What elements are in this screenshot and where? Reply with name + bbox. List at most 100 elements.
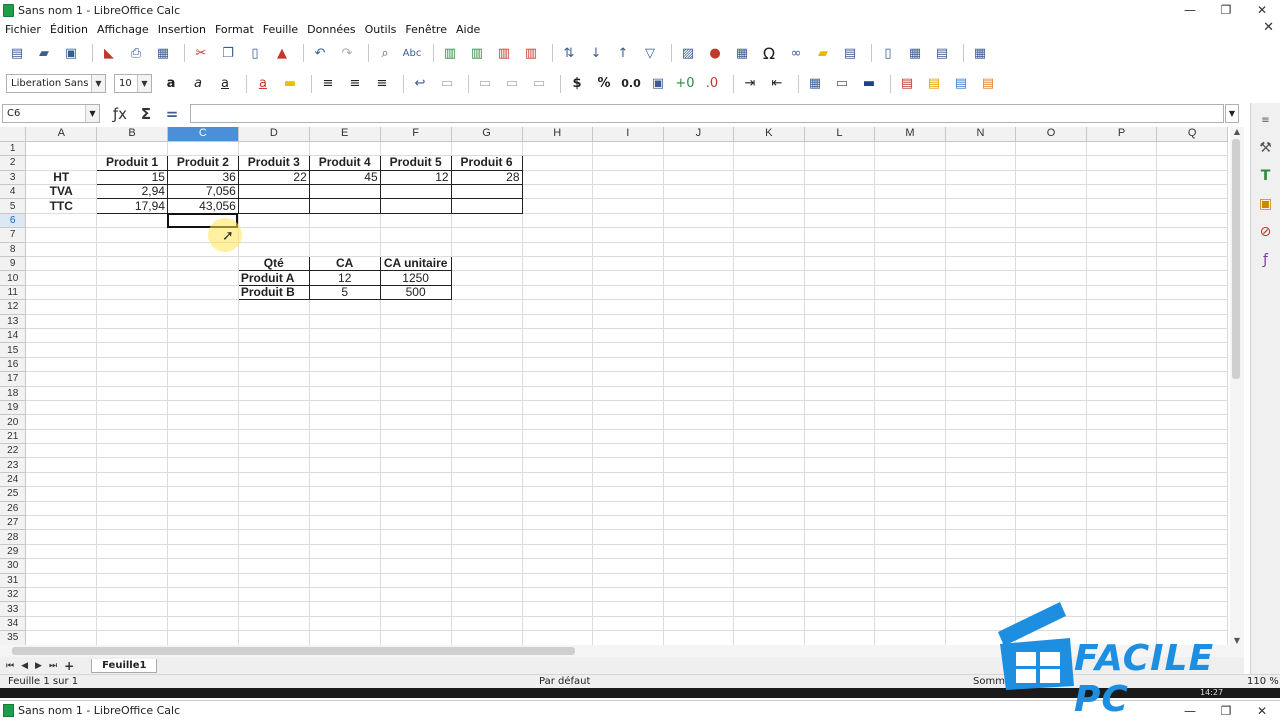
cell-q1[interactable] [1156,141,1228,157]
clone-format-icon[interactable]: ▲ [271,43,293,63]
cell-c35[interactable] [167,630,239,645]
cell-k3[interactable] [733,170,805,186]
cell-p27[interactable] [1086,515,1158,531]
cell-q12[interactable] [1156,299,1228,315]
cell-p7[interactable] [1086,227,1158,243]
cell-c12[interactable] [167,299,239,315]
cell-c24[interactable] [167,472,239,488]
cell-j1[interactable] [663,141,735,157]
row-header[interactable]: 35 [0,630,27,645]
cell-k8[interactable] [733,242,805,258]
cell-f23[interactable] [380,457,452,473]
cell-k18[interactable] [733,386,805,401]
cell-n20[interactable] [945,414,1017,430]
cell-k32[interactable] [733,587,805,603]
cell-q29[interactable] [1156,544,1228,560]
align-bottom-icon[interactable]: ▭ [528,74,550,94]
cell-f24[interactable] [380,472,452,488]
cell-b7[interactable] [96,227,168,243]
cell-d3[interactable]: 22 [237,169,310,186]
row-header[interactable]: 16 [0,357,27,373]
cell-a19[interactable] [25,400,98,416]
cell-e18[interactable] [309,386,381,401]
cell-b18[interactable] [96,386,168,401]
cell-q23[interactable] [1156,457,1228,473]
cell-o25[interactable] [1015,486,1087,502]
row-header[interactable]: 17 [0,371,27,387]
cell-o10[interactable] [1015,270,1087,286]
cell-i16[interactable] [592,357,664,373]
cell-b16[interactable] [96,357,168,373]
cell-h16[interactable] [522,357,594,373]
cell-c31[interactable] [167,573,239,589]
cell-j18[interactable] [663,386,735,401]
print-preview-icon[interactable]: ▦ [152,43,174,63]
cell-l18[interactable] [804,386,876,401]
merge-cells-icon[interactable]: ▭ [436,74,458,94]
cell-c19[interactable] [167,400,239,416]
cell-a26[interactable] [25,501,98,517]
cell-l1[interactable] [804,141,876,157]
cell-d29[interactable] [238,544,310,560]
border-style-icon[interactable]: ▭ [831,74,853,94]
cell-j23[interactable] [663,457,735,473]
close-button[interactable]: ✕ [1244,0,1280,20]
cell-m10[interactable] [874,270,946,286]
cell-d14[interactable] [238,328,310,344]
cell-i9[interactable] [592,256,664,272]
insert-column-icon[interactable]: ▥ [466,43,488,63]
column-header-o[interactable]: O [1015,127,1087,142]
row-header[interactable]: 10 [0,270,27,286]
cell-g29[interactable] [451,544,523,560]
cell-p16[interactable] [1086,357,1158,373]
cell-c28[interactable] [167,529,239,545]
cell-b1[interactable] [96,141,168,157]
cell-o7[interactable] [1015,227,1087,243]
vertical-scrollbar[interactable]: ▲ ▼ [1230,127,1244,645]
sidebar-menu-icon[interactable]: ≡ [1255,109,1277,131]
cell-a11[interactable] [25,285,98,301]
cell-e12[interactable] [309,299,381,315]
first-sheet-icon[interactable]: ⏮ [6,661,14,671]
cell-o11[interactable] [1015,285,1087,301]
cell-j17[interactable] [663,371,735,387]
cell-l3[interactable] [804,170,876,186]
cell-o1[interactable] [1015,141,1087,157]
cell-q14[interactable] [1156,328,1228,344]
expand-formula-icon[interactable]: ▼ [1225,104,1239,123]
cell-q26[interactable] [1156,501,1228,517]
cell-p6[interactable] [1086,213,1158,229]
underline-icon[interactable]: a [214,74,236,94]
cell-f19[interactable] [380,400,452,416]
percent-format-icon[interactable]: % [593,74,615,94]
spreadsheet-grid[interactable]: ABCDEFGHIJKLMNOPQ 1 2 Produit 1 Produit 2 Pr… [0,127,1228,645]
cell-h24[interactable] [522,472,594,488]
cell-g18[interactable] [451,386,523,401]
cell-n3[interactable] [945,170,1017,186]
cell-g6[interactable] [451,213,523,229]
cell-f25[interactable] [380,486,452,502]
cell-b22[interactable] [96,443,168,459]
row-header[interactable]: 28 [0,529,27,545]
cell-a10[interactable] [25,270,98,286]
cell-m13[interactable] [874,314,946,329]
cell-i23[interactable] [592,457,664,473]
cell-g15[interactable] [451,342,523,358]
cell-i35[interactable] [592,630,664,645]
cell-e26[interactable] [309,501,381,517]
cell-m16[interactable] [874,357,946,373]
cell-j5[interactable] [663,198,735,214]
sheet-tab-feuille1[interactable]: Feuille1 [91,658,158,673]
minimize-button[interactable]: — [1172,0,1208,20]
row-header[interactable]: 32 [0,587,27,603]
cell-p24[interactable] [1086,472,1158,488]
cell-n24[interactable] [945,472,1017,488]
row-header[interactable]: 7 [0,227,27,243]
cell-a4[interactable]: TVA [25,184,98,200]
cell-n8[interactable] [945,242,1017,258]
row-header[interactable]: 5 [0,198,27,214]
cell-b19[interactable] [96,400,168,416]
cell-o14[interactable] [1015,328,1087,344]
cell-e27[interactable] [309,515,381,531]
cell-e34[interactable] [309,616,381,632]
